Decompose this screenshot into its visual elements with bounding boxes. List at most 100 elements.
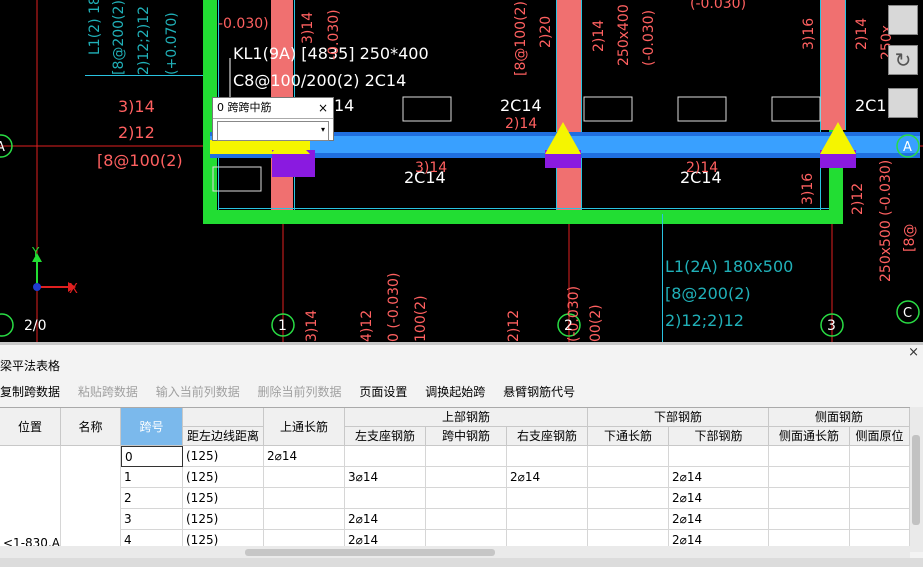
- table-cell[interactable]: (125): [183, 467, 264, 488]
- popup-value-select[interactable]: ▾: [217, 121, 329, 141]
- vertical-scrollbar[interactable]: [910, 407, 923, 552]
- table-cell[interactable]: 1: [121, 467, 183, 488]
- svg-text:1: 1: [278, 318, 287, 334]
- table-cell[interactable]: [769, 467, 850, 488]
- panel-toolbar: 复制跨数据 粘贴跨数据 输入当前列数据 删除当前列数据 页面设置 调换起始跨 悬…: [0, 383, 589, 401]
- zoom-tool-button[interactable]: [888, 5, 918, 35]
- close-icon[interactable]: ×: [318, 98, 328, 118]
- close-icon[interactable]: ×: [908, 345, 919, 360]
- table-cell[interactable]: 0: [121, 446, 183, 467]
- header-right-support[interactable]: 右支座钢筋: [507, 427, 588, 446]
- header-span-number[interactable]: 跨号: [121, 408, 183, 446]
- header-side-group: 侧面钢筋: [769, 408, 910, 427]
- table-cell[interactable]: (125): [183, 509, 264, 530]
- table-cell[interactable]: [769, 488, 850, 509]
- toolbar-delete-column[interactable]: 删除当前列数据: [258, 383, 342, 400]
- table-cell[interactable]: 2: [121, 488, 183, 509]
- svg-text:[8@200(2): [8@200(2): [665, 284, 751, 303]
- beam-table-panel: 梁平法表格 × 复制跨数据 粘贴跨数据 输入当前列数据 删除当前列数据 页面设置…: [0, 345, 923, 567]
- column-3: [821, 0, 845, 130]
- table-cell[interactable]: [264, 509, 345, 530]
- table-cell[interactable]: [426, 446, 507, 467]
- layer-tool-button[interactable]: [888, 88, 918, 118]
- table-cell[interactable]: [669, 446, 769, 467]
- table-cell[interactable]: [426, 467, 507, 488]
- table-cell[interactable]: [769, 446, 850, 467]
- svg-text:-0.030): -0.030): [218, 16, 269, 32]
- table-cell[interactable]: [507, 446, 588, 467]
- table-cell[interactable]: [588, 467, 669, 488]
- header-left-distance[interactable]: 距左边线距离: [183, 427, 264, 446]
- header-position[interactable]: 位置: [0, 408, 61, 446]
- header-name[interactable]: 名称: [61, 408, 121, 446]
- svg-text:3)16: 3)16: [800, 173, 816, 205]
- svg-text:2)12: 2)12: [850, 183, 866, 215]
- toolbar-paste-span[interactable]: 粘贴跨数据: [78, 383, 138, 400]
- table-cell[interactable]: [507, 509, 588, 530]
- svg-text:L1(2A) 180x500: L1(2A) 180x500: [665, 257, 793, 276]
- horizontal-scrollbar[interactable]: [0, 546, 910, 558]
- table-cell[interactable]: [588, 446, 669, 467]
- header-left-support[interactable]: 左支座钢筋: [345, 427, 426, 446]
- toolbar-copy-span[interactable]: 复制跨数据: [0, 383, 60, 400]
- svg-text:2: 2: [564, 318, 573, 334]
- svg-text:3)14: 3)14: [118, 97, 155, 116]
- chevron-down-icon: ▾: [320, 125, 325, 134]
- table-cell[interactable]: (125): [183, 446, 264, 467]
- table-cell[interactable]: [345, 488, 426, 509]
- table-cell[interactable]: [588, 488, 669, 509]
- table-cell[interactable]: [850, 467, 910, 488]
- table-cell[interactable]: [264, 488, 345, 509]
- svg-text:L1(2) 180: L1(2) 180: [87, 0, 103, 55]
- table-cell[interactable]: [345, 446, 426, 467]
- svg-text:[8@: [8@: [902, 224, 918, 252]
- svg-text:(+0.070): (+0.070): [164, 12, 180, 75]
- svg-text:4)12: 4)12: [359, 310, 375, 342]
- toolbar-input-column[interactable]: 输入当前列数据: [156, 383, 240, 400]
- table-cell[interactable]: [850, 509, 910, 530]
- table-cell[interactable]: 2⌀14: [669, 509, 769, 530]
- header-side-original[interactable]: 侧面原位: [850, 427, 910, 446]
- svg-text:2)14: 2)14: [686, 160, 718, 176]
- table-cell[interactable]: [588, 509, 669, 530]
- table-cell[interactable]: [850, 446, 910, 467]
- table-cell[interactable]: [507, 488, 588, 509]
- svg-text:3)14: 3)14: [415, 160, 447, 176]
- header-bottom-bars[interactable]: 下部钢筋: [669, 427, 769, 446]
- header-bottom-group: 下部钢筋: [588, 408, 769, 427]
- toolbar-cantilever-code[interactable]: 悬臂钢筋代号: [503, 383, 575, 400]
- svg-text:2/0: 2/0: [24, 318, 47, 334]
- table-cell[interactable]: 2⌀14: [669, 467, 769, 488]
- toolbar-page-setup[interactable]: 页面设置: [359, 383, 407, 400]
- header-side-through[interactable]: 侧面通长筋: [769, 427, 850, 446]
- table-cell[interactable]: 2⌀14: [264, 446, 345, 467]
- header-mid-span[interactable]: 跨中钢筋: [426, 427, 507, 446]
- svg-text:2)14: 2)14: [591, 20, 607, 52]
- svg-text:2)12: 2)12: [118, 123, 155, 142]
- svg-text:2C1: 2C1: [855, 96, 887, 115]
- table-cell[interactable]: [769, 509, 850, 530]
- table-cell[interactable]: 2⌀14: [345, 509, 426, 530]
- table-cell[interactable]: [264, 467, 345, 488]
- column-2: [557, 0, 581, 210]
- toolbar-swap-start[interactable]: 调换起始跨: [425, 383, 485, 400]
- table-cell[interactable]: 3⌀14: [345, 467, 426, 488]
- cad-drawing: KL1(9A) [4835] 250*400 C8@100/200(2) 2C1…: [0, 0, 923, 342]
- table-cell[interactable]: 2⌀14: [507, 467, 588, 488]
- table-cell[interactable]: [426, 488, 507, 509]
- svg-text:A: A: [903, 140, 912, 155]
- svg-text:(-0.030): (-0.030): [690, 0, 746, 12]
- cad-drawing-canvas[interactable]: KL1(9A) [4835] 250*400 C8@100/200(2) 2C1…: [0, 0, 923, 342]
- table-cell[interactable]: (125): [183, 488, 264, 509]
- header-bottom-through[interactable]: 下通长筋: [588, 427, 669, 446]
- beam-label-line2: C8@100/200(2) 2C14: [233, 71, 406, 90]
- table-cell[interactable]: [426, 509, 507, 530]
- svg-text:3)14: 3)14: [300, 12, 316, 44]
- svg-text:2)14: 2)14: [505, 116, 537, 132]
- refresh-icon[interactable]: ↻: [888, 45, 918, 75]
- table-cell[interactable]: [850, 488, 910, 509]
- table-cell[interactable]: 3: [121, 509, 183, 530]
- svg-text:2)14: 2)14: [854, 18, 870, 50]
- table-cell[interactable]: 2⌀14: [669, 488, 769, 509]
- header-top-through[interactable]: 上通长筋: [264, 408, 345, 446]
